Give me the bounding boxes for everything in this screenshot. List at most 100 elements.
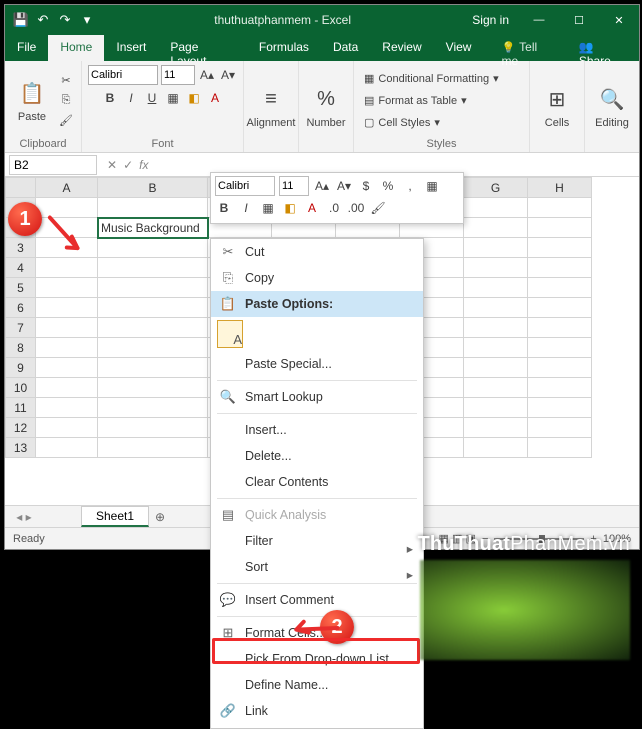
select-all[interactable] [6,178,36,198]
grow-font-icon[interactable]: A▴ [198,66,216,84]
row-header[interactable]: 7 [6,318,36,338]
cell[interactable] [464,318,528,338]
cell[interactable] [528,378,592,398]
cell[interactable] [36,438,98,458]
cell[interactable] [528,258,592,278]
mini-font-size[interactable] [279,176,309,196]
font-color-icon[interactable]: A [206,89,224,107]
mini-italic-button[interactable]: I [237,199,255,217]
fx-icon[interactable]: fx [139,158,148,172]
ctx-paste-options[interactable]: 📋Paste Options: [211,291,423,317]
cell[interactable] [528,238,592,258]
fill-color-icon[interactable]: ◧ [185,89,203,107]
tab-home[interactable]: Home [48,35,104,61]
add-sheet-button[interactable]: ⊕ [149,510,171,524]
cell[interactable] [98,438,208,458]
cell[interactable] [98,318,208,338]
copy-icon[interactable]: ⎘ [57,92,75,110]
cell[interactable] [528,318,592,338]
cell[interactable] [36,358,98,378]
cell[interactable] [464,238,528,258]
ctx-sort[interactable]: Sort [211,554,423,580]
cell[interactable] [528,418,592,438]
mini-shrink-font-icon[interactable]: A▾ [335,177,353,195]
cell[interactable] [36,338,98,358]
cell[interactable] [36,378,98,398]
mini-percent-icon[interactable]: % [379,177,397,195]
tab-formulas[interactable]: Formulas [247,35,321,61]
row-header[interactable]: 5 [6,278,36,298]
sign-in-link[interactable]: Sign in [462,13,519,27]
sheet-tab[interactable]: Sheet1 [81,506,149,527]
ctx-delete[interactable]: Delete... [211,443,423,469]
row-header[interactable]: 11 [6,398,36,418]
cell[interactable] [464,298,528,318]
sheet-nav[interactable]: ◂ ▸ [5,510,43,524]
cell[interactable] [36,418,98,438]
cancel-icon[interactable]: ✕ [107,158,117,172]
col-header[interactable]: A [36,178,98,198]
cell[interactable] [36,258,98,278]
format-as-table-button[interactable]: ▤ Format as Table ▾ [360,91,520,111]
tab-review[interactable]: Review [370,35,433,61]
alignment-button[interactable]: ≡ Alignment [250,85,292,129]
row-header[interactable]: 9 [6,358,36,378]
ctx-cut[interactable]: ✂Cut [211,239,423,265]
editing-button[interactable]: 🔍Editing [591,85,633,129]
cell[interactable] [98,258,208,278]
cell[interactable] [98,358,208,378]
col-header[interactable]: B [98,178,208,198]
enter-icon[interactable]: ✓ [123,158,133,172]
cell[interactable] [528,398,592,418]
col-header[interactable]: G [464,178,528,198]
cell[interactable] [528,218,592,238]
tab-data[interactable]: Data [321,35,370,61]
mini-currency-icon[interactable]: $ [357,177,375,195]
cell[interactable] [528,298,592,318]
mini-bold-button[interactable]: B [215,199,233,217]
font-name-select[interactable] [88,65,158,85]
cell[interactable] [98,198,208,218]
undo-icon[interactable]: ↶ [33,10,53,30]
tab-page-layout[interactable]: Page Layout [158,35,247,61]
cell[interactable]: Music Background [98,218,208,238]
cell[interactable] [464,258,528,278]
shrink-font-icon[interactable]: A▾ [219,66,237,84]
ctx-filter[interactable]: Filter [211,528,423,554]
cell[interactable] [98,278,208,298]
ctx-smart-lookup[interactable]: 🔍Smart Lookup [211,384,423,410]
mini-increase-decimal-icon[interactable]: .00 [347,199,365,217]
cell[interactable] [464,198,528,218]
row-header[interactable]: 3 [6,238,36,258]
save-icon[interactable]: 💾 [11,10,31,30]
mini-fill-color-icon[interactable]: ◧ [281,199,299,217]
cell[interactable] [98,298,208,318]
ctx-link[interactable]: 🔗Link [211,698,423,724]
col-header[interactable]: H [528,178,592,198]
underline-button[interactable]: U [143,89,161,107]
cell[interactable] [36,278,98,298]
row-header[interactable]: 12 [6,418,36,438]
cell[interactable] [36,398,98,418]
ctx-clear-contents[interactable]: Clear Contents [211,469,423,495]
redo-icon[interactable]: ↷ [55,10,75,30]
ctx-paste-special[interactable]: Paste Special... [211,351,423,377]
ctx-insert[interactable]: Insert... [211,417,423,443]
mini-decrease-decimal-icon[interactable]: .0 [325,199,343,217]
paste-button[interactable]: 📋 Paste [11,79,53,123]
cell[interactable] [528,438,592,458]
font-size-select[interactable] [161,65,195,85]
customize-qat-icon[interactable]: ▾ [77,10,97,30]
row-header[interactable]: 4 [6,258,36,278]
mini-comma-icon[interactable]: , [401,177,419,195]
row-header[interactable]: 6 [6,298,36,318]
cell[interactable] [528,358,592,378]
cell[interactable] [36,318,98,338]
ctx-paste-default[interactable]: A [211,317,423,351]
bold-button[interactable]: B [101,89,119,107]
ctx-copy[interactable]: ⎘Copy [211,265,423,291]
cell[interactable] [98,418,208,438]
cell[interactable] [528,198,592,218]
cell[interactable] [36,298,98,318]
conditional-formatting-button[interactable]: ▦ Conditional Formatting ▾ [360,69,520,89]
